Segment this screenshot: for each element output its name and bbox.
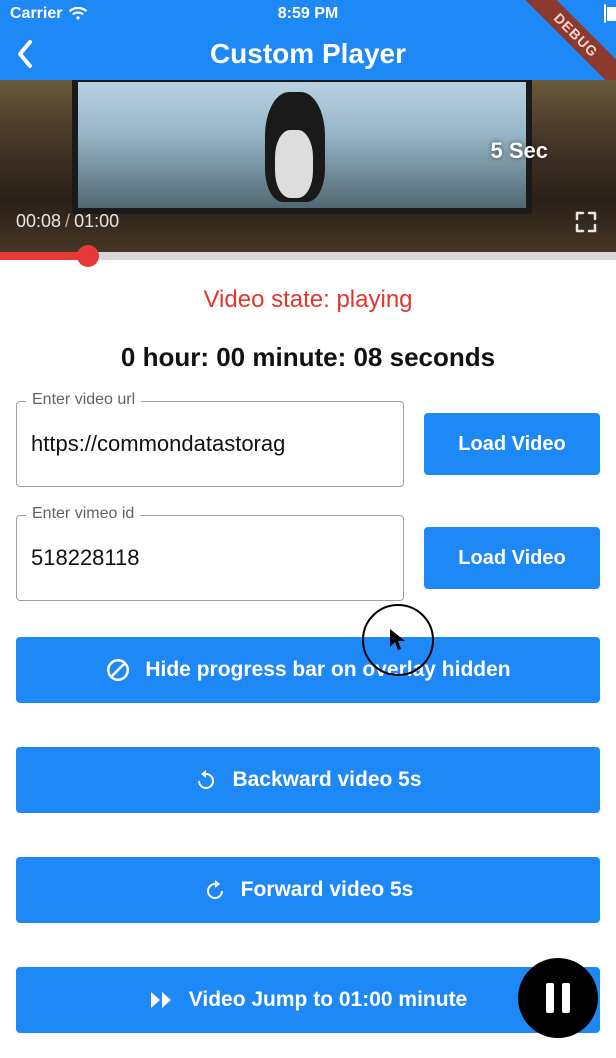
back-button[interactable] xyxy=(0,28,50,80)
app-root: Carrier 8:59 PM Custom Player DEBUG 5 Se… xyxy=(0,0,616,1058)
chevron-left-icon xyxy=(15,39,35,69)
video-state-label: Video state: playing xyxy=(16,286,600,314)
vimeo-row: Enter vimeo id Load Video xyxy=(16,515,600,601)
video-frame-art xyxy=(253,92,338,207)
content-area: Video state: playing 0 hour: 00 minute: … xyxy=(0,260,616,1033)
video-progress-bar[interactable] xyxy=(0,252,616,260)
progress-thumb[interactable] xyxy=(77,245,99,267)
fullscreen-icon xyxy=(574,210,598,234)
video-url-label: Enter video url xyxy=(26,391,141,409)
load-url-button[interactable]: Load Video xyxy=(424,413,600,475)
replay-icon xyxy=(194,768,218,792)
vimeo-id-label: Enter vimeo id xyxy=(26,505,140,523)
hide-progress-button[interactable]: Hide progress bar on overlay hidden xyxy=(16,637,600,703)
pause-fab[interactable] xyxy=(518,958,598,1038)
video-timestamp-label: 0 hour: 00 minute: 08 seconds xyxy=(16,342,600,373)
fullscreen-button[interactable] xyxy=(574,210,598,234)
url-row: Enter video url Load Video xyxy=(16,401,600,487)
hide-progress-label: Hide progress bar on overlay hidden xyxy=(145,658,510,682)
video-duration: 01:00 xyxy=(74,211,119,232)
status-bar: Carrier 8:59 PM xyxy=(0,0,616,28)
forward-label: Forward video 5s xyxy=(241,878,414,902)
status-right xyxy=(604,5,606,23)
load-vimeo-button[interactable]: Load Video xyxy=(424,527,600,589)
vimeo-id-input[interactable] xyxy=(16,515,404,601)
video-elapsed: 00:08 xyxy=(16,211,61,232)
time-separator: / xyxy=(65,211,70,232)
video-time-display: 00:08 / 01:00 xyxy=(16,211,119,232)
forward-button[interactable]: Forward video 5s xyxy=(16,857,600,923)
nav-bar: Custom Player xyxy=(0,28,616,80)
vimeo-id-field: Enter vimeo id xyxy=(16,515,404,601)
jump-button[interactable]: Video Jump to 01:00 minute xyxy=(16,967,600,1033)
wifi-icon xyxy=(68,7,88,21)
video-screen xyxy=(72,80,532,214)
video-url-input[interactable] xyxy=(16,401,404,487)
progress-fill xyxy=(0,252,88,260)
video-player[interactable]: 5 Sec 00:08 / 01:00 xyxy=(0,80,616,252)
pause-icon xyxy=(546,983,570,1013)
jump-label: Video Jump to 01:00 minute xyxy=(189,988,468,1012)
battery-icon xyxy=(604,5,606,23)
status-left: Carrier xyxy=(10,5,88,23)
status-time: 8:59 PM xyxy=(278,5,338,23)
backward-label: Backward video 5s xyxy=(232,768,421,792)
fast-forward-icon xyxy=(149,990,175,1010)
seek-hint-label: 5 Sec xyxy=(491,138,549,164)
disabled-circle-icon xyxy=(105,657,131,683)
backward-button[interactable]: Backward video 5s xyxy=(16,747,600,813)
carrier-label: Carrier xyxy=(10,5,62,23)
forward-icon xyxy=(203,878,227,902)
video-url-field: Enter video url xyxy=(16,401,404,487)
page-title: Custom Player xyxy=(210,38,406,70)
